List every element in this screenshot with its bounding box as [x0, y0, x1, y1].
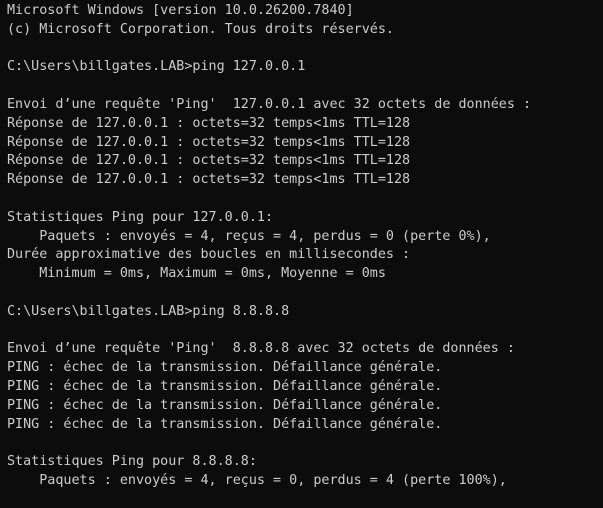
terminal-line-failure: PING : échec de la transmission. Défaill… [7, 397, 443, 413]
terminal-line-rtt-header: Durée approximative des boucles en milli… [7, 247, 411, 263]
terminal-line-failure: PING : échec de la transmission. Défaill… [7, 378, 443, 394]
terminal-line-reply: Réponse de 127.0.0.1 : octets=32 temps<1… [7, 172, 411, 188]
terminal-line-stats-header: Statistiques Ping pour 8.8.8.8: [7, 454, 257, 470]
terminal-line-packets-stats: Paquets : envoyés = 4, reçus = 0, perdus… [7, 472, 507, 488]
terminal-line-failure: PING : échec de la transmission. Défaill… [7, 416, 443, 432]
terminal-window[interactable]: Microsoft Windows [version 10.0.26200.78… [0, 0, 603, 508]
terminal-line-reply: Réponse de 127.0.0.1 : octets=32 temps<1… [7, 134, 411, 150]
terminal-line-failure: PING : échec de la transmission. Défaill… [7, 360, 443, 376]
terminal-line-copyright: (c) Microsoft Corporation. Tous droits r… [7, 21, 394, 37]
terminal-line-reply: Réponse de 127.0.0.1 : octets=32 temps<1… [7, 153, 411, 169]
terminal-line-command-ping-localhost: C:\Users\billgates.LAB>ping 127.0.0.1 [7, 59, 306, 75]
terminal-line-command-ping-dns: C:\Users\billgates.LAB>ping 8.8.8.8 [7, 303, 290, 319]
terminal-line-ping-header: Envoi d’une requête 'Ping' 8.8.8.8 avec … [7, 341, 515, 357]
terminal-line-packets-stats: Paquets : envoyés = 4, reçus = 4, perdus… [7, 228, 491, 244]
terminal-line-reply: Réponse de 127.0.0.1 : octets=32 temps<1… [7, 115, 411, 131]
terminal-line-version: Microsoft Windows [version 10.0.26200.78… [7, 3, 354, 18]
terminal-line-ping-header: Envoi d’une requête 'Ping' 127.0.0.1 ave… [7, 96, 532, 112]
terminal-line-rtt-stats: Minimum = 0ms, Maximum = 0ms, Moyenne = … [7, 266, 386, 282]
terminal-line-stats-header: Statistiques Ping pour 127.0.0.1: [7, 209, 274, 225]
